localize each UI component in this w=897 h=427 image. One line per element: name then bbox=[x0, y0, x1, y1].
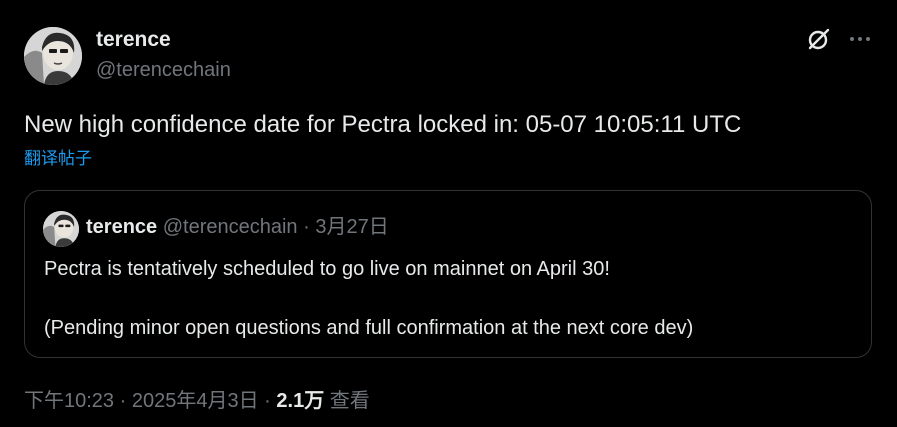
quoted-author-avatar[interactable] bbox=[43, 211, 79, 247]
views-count: 2.1万 bbox=[276, 390, 325, 412]
avatar-image bbox=[43, 211, 79, 247]
avatar-image bbox=[24, 27, 82, 85]
views-label: 查看 bbox=[329, 390, 370, 412]
grok-icon[interactable] bbox=[806, 26, 832, 52]
quoted-tweet-text-line1: Pectra is tentatively scheduled to go li… bbox=[44, 258, 610, 280]
tweet-time[interactable]: 下午10:23 bbox=[24, 390, 114, 412]
tweet-meta: 下午10:23 · 2025年4月3日 · 2.1万 查看 bbox=[24, 388, 370, 414]
translate-post-link[interactable]: 翻译帖子 bbox=[24, 148, 92, 170]
quoted-tweet-date[interactable]: 3月27日 bbox=[315, 216, 388, 238]
tweet-date[interactable]: 2025年4月3日 bbox=[132, 390, 259, 412]
author-avatar[interactable] bbox=[24, 27, 82, 85]
quoted-tweet-text-line2: (Pending minor open questions and full c… bbox=[44, 317, 694, 339]
author-handle[interactable]: @terencechain bbox=[96, 58, 231, 82]
tweet-text: New high confidence date for Pectra lock… bbox=[24, 111, 742, 138]
author-display-name[interactable]: terence bbox=[96, 28, 171, 52]
separator-dot: · bbox=[303, 216, 310, 238]
more-options-icon[interactable] bbox=[847, 26, 873, 52]
quoted-tweet-header: terence @terencechain · 3月27日 bbox=[86, 214, 389, 240]
quoted-author-handle[interactable]: @terencechain bbox=[163, 216, 298, 238]
separator-dot: · bbox=[264, 390, 271, 412]
separator-dot: · bbox=[119, 390, 127, 412]
quoted-tweet-card[interactable]: terence @terencechain · 3月27日 Pectra is … bbox=[24, 190, 872, 358]
quoted-author-name[interactable]: terence bbox=[86, 216, 157, 238]
